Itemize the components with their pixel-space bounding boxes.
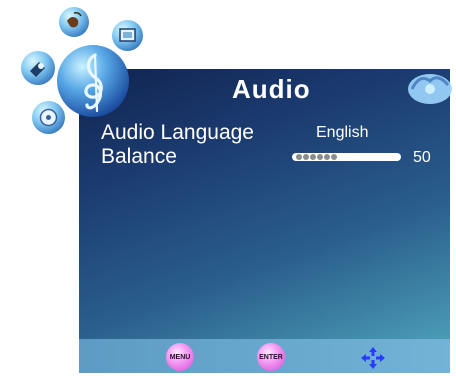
audio-language-value[interactable]: English	[316, 124, 368, 142]
globe-icon	[59, 7, 89, 37]
page-title: Audio	[232, 74, 311, 104]
audio-language-label: Audio Language	[101, 121, 254, 144]
satellite-icon	[21, 51, 55, 85]
menu-button-label: MENU	[169, 353, 191, 361]
audio-menu-panel	[79, 69, 450, 339]
balance-value: 50	[413, 149, 431, 166]
flower-icon	[404, 67, 456, 107]
balance-label: Balance	[101, 145, 177, 168]
enter-button-label: ENTER	[259, 353, 283, 361]
music-clef-icon	[57, 45, 129, 117]
menu-button[interactable]: MENU	[166, 343, 194, 371]
balance-slider-indicator	[296, 154, 337, 160]
enter-button[interactable]: ENTER	[257, 343, 285, 371]
navigation-arrows-icon	[358, 345, 388, 371]
